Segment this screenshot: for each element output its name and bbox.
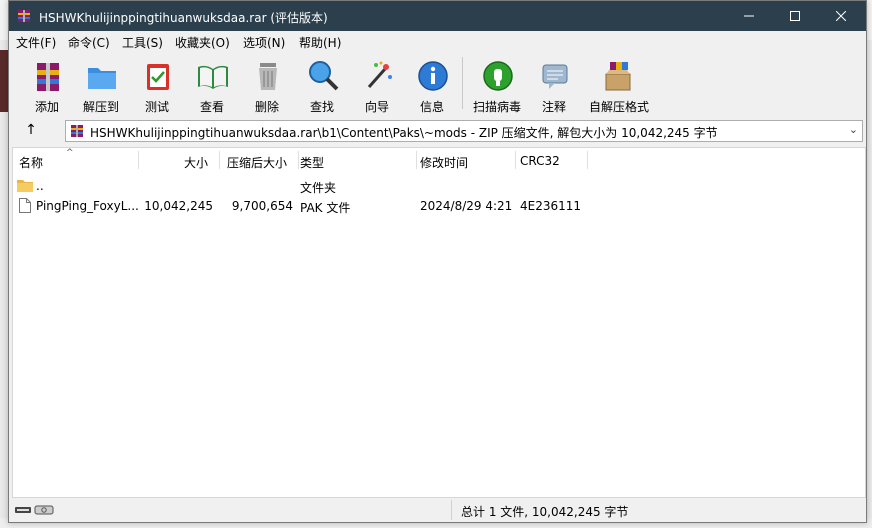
file-name: PingPing_FoxyL... (36, 199, 139, 213)
delete-button[interactable]: 删除 (239, 57, 295, 115)
path-field[interactable]: HSHWKhulijinppingtihuanwuksdaa.rar\b1\Co… (65, 120, 863, 142)
menu-commands[interactable]: 命令(C) (68, 34, 110, 51)
magnifier-icon (309, 61, 339, 91)
find-label: 查找 (309, 100, 334, 114)
column-name[interactable]: 名称 (19, 154, 43, 171)
comment-button[interactable]: 注释 (526, 57, 582, 115)
window-title: HSHWKhulijinppingtihuanwuksdaa.rar (评估版本… (39, 11, 328, 25)
trash-icon (259, 63, 277, 90)
menu-file[interactable]: 文件(F) (16, 34, 56, 51)
winrar-window: HSHWKhulijinppingtihuanwuksdaa.rar (评估版本… (8, 0, 867, 523)
column-crc[interactable]: CRC32 (520, 154, 560, 168)
file-type: PAK 文件 (300, 201, 351, 215)
close-button[interactable] (818, 1, 864, 31)
status-text: 总计 1 文件, 10,042,245 字节 (461, 505, 629, 519)
test-button[interactable]: 测试 (129, 57, 185, 115)
minimize-icon (744, 15, 754, 17)
sfx-label: 自解压格式 (589, 100, 650, 114)
address-bar: ↑ HSHWKhulijinppingtihuanwuksdaa.rar\b1\… (9, 117, 866, 145)
wand-icon (367, 61, 392, 88)
file-modified: 2024/8/29 4:21 (420, 199, 513, 213)
toolbar-separator (462, 57, 463, 109)
column-modified[interactable]: 修改时间 (420, 154, 468, 171)
archive-icon (71, 125, 83, 137)
up-folder-button[interactable]: ↑ (21, 122, 41, 140)
maximize-button[interactable] (772, 1, 818, 31)
file-packed-size: 9,700,654 (231, 199, 293, 213)
view-button[interactable]: 查看 (184, 57, 240, 115)
info-button[interactable]: 信息 (404, 57, 460, 115)
virus-scan-icon (483, 61, 513, 91)
info-icon (418, 61, 448, 91)
table-row[interactable]: .. 文件夹 (13, 176, 865, 196)
file-name: .. (36, 179, 44, 193)
test-clipboard-icon (147, 64, 169, 90)
delete-label: 删除 (254, 100, 279, 114)
table-row[interactable]: PingPing_FoxyL... 10,042,245 9,700,654 P… (13, 196, 865, 216)
winrar-app-icon (18, 10, 30, 22)
add-label: 添加 (34, 100, 59, 114)
file-icon (19, 198, 31, 213)
scan-virus-label: 扫描病毒 (472, 100, 521, 114)
menu-options[interactable]: 选项(N) (243, 34, 285, 51)
sfx-box-icon (605, 62, 631, 91)
comment-icon (542, 64, 568, 89)
column-size[interactable]: 大小 (184, 154, 208, 171)
extract-button[interactable]: 解压到 (73, 57, 129, 115)
add-button[interactable]: 添加 (19, 57, 75, 115)
menu-favorites[interactable]: 收藏夹(O) (175, 34, 230, 51)
status-bar: 总计 1 文件, 10,042,245 字节 (9, 498, 866, 522)
test-label: 测试 (144, 100, 169, 114)
folder-extract-icon (88, 68, 116, 89)
arrow-up-icon: ↑ (25, 122, 37, 138)
close-icon (836, 11, 846, 21)
info-label: 信息 (419, 100, 444, 114)
menu-tools[interactable]: 工具(S) (122, 34, 163, 51)
drive-status-icon (15, 505, 54, 515)
add-archive-icon (37, 63, 59, 91)
sort-ascending-icon: ^ (66, 148, 74, 158)
sfx-button[interactable]: 自解压格式 (589, 57, 650, 115)
minimize-button[interactable] (726, 1, 772, 31)
toolbar: 添加 解压到 测试 查看 删除 查找 向导 信息 扫描病毒 注释 自解压格式 (9, 51, 866, 117)
folder-icon (17, 180, 33, 192)
find-button[interactable]: 查找 (294, 57, 350, 115)
file-list: ^ 名称 大小 压缩后大小 类型 修改时间 CRC32 .. 文件夹 PingP… (12, 147, 866, 498)
view-label: 查看 (199, 100, 224, 114)
column-header: ^ 名称 大小 压缩后大小 类型 修改时间 CRC32 (13, 148, 865, 172)
title-bar: HSHWKhulijinppingtihuanwuksdaa.rar (评估版本… (9, 1, 866, 31)
extract-label: 解压到 (82, 100, 119, 114)
wizard-label: 向导 (364, 100, 389, 114)
scan-virus-button[interactable]: 扫描病毒 (469, 57, 525, 115)
wizard-button[interactable]: 向导 (349, 57, 405, 115)
file-crc: 4E236111 (520, 199, 582, 213)
column-packed[interactable]: 压缩后大小 (227, 154, 287, 171)
file-size: 10,042,245 (144, 199, 213, 213)
column-type[interactable]: 类型 (300, 154, 324, 171)
menu-bar: 文件(F) 命令(C) 工具(S) 收藏夹(O) 选项(N) 帮助(H) (9, 31, 866, 51)
menu-help[interactable]: 帮助(H) (299, 34, 341, 51)
maximize-icon (790, 11, 800, 21)
chevron-down-icon[interactable]: ⌄ (849, 123, 858, 136)
path-text: HSHWKhulijinppingtihuanwuksdaa.rar\b1\Co… (90, 126, 718, 140)
comment-label: 注释 (541, 100, 566, 114)
book-view-icon (198, 65, 228, 89)
file-type: 文件夹 (300, 181, 337, 195)
